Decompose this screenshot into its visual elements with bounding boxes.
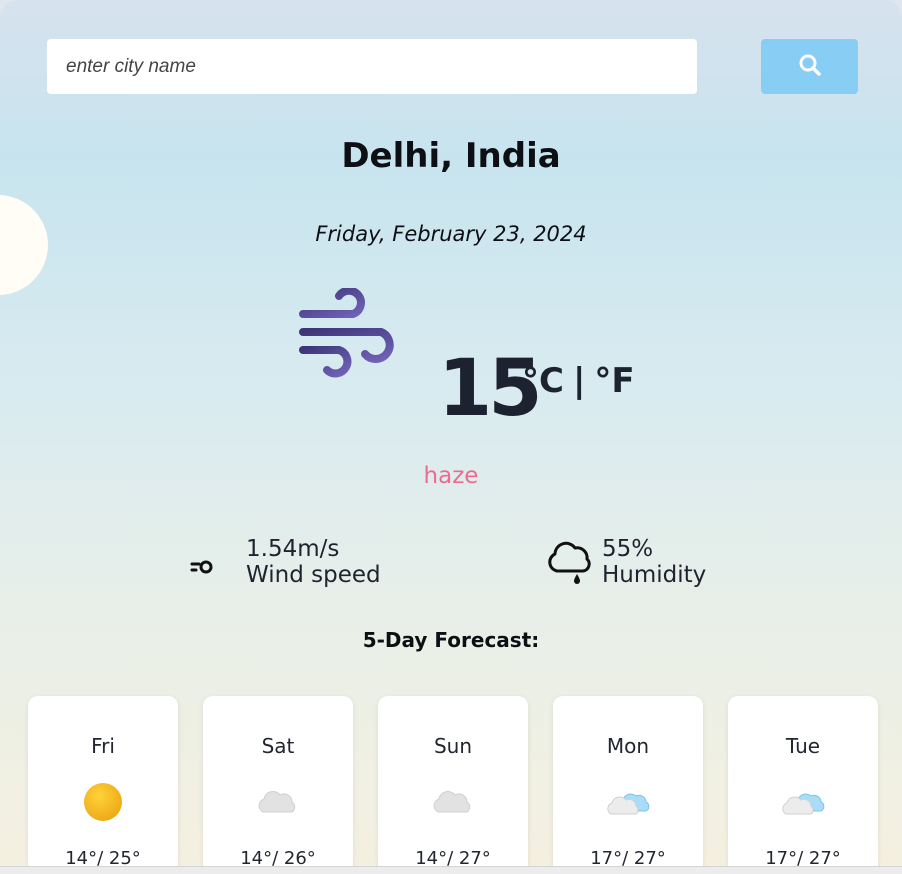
humidity-label: Humidity xyxy=(602,562,707,588)
partly-cloudy-icon xyxy=(603,782,653,822)
forecast-day: Mon xyxy=(606,734,650,758)
forecast-card: Sat 14°/ 26° xyxy=(203,696,353,874)
wind-speed-value: 1.54m/s xyxy=(246,536,340,562)
forecast-day: Fri xyxy=(91,734,115,758)
fahrenheit-toggle[interactable]: °F xyxy=(594,364,634,398)
forecast-day: Sat xyxy=(261,734,295,758)
celsius-toggle[interactable]: °C xyxy=(522,364,564,398)
forecast-day: Sun xyxy=(433,734,473,758)
weather-description: haze xyxy=(423,463,479,489)
city-search-input[interactable] xyxy=(47,39,697,94)
wind-speed-stat: 1.54m/s Wind speed xyxy=(186,536,381,588)
wind-gust-icon xyxy=(186,537,222,587)
city-name: Delhi, India xyxy=(341,136,561,176)
cloud-icon xyxy=(253,782,303,822)
forecast-card: Tue 17°/ 27° xyxy=(728,696,878,874)
forecast-card: Fri 14°/ 25° xyxy=(28,696,178,874)
window-scrollbar-strip xyxy=(0,866,902,874)
forecast-day: Tue xyxy=(785,734,821,758)
partly-cloudy-icon xyxy=(778,782,828,822)
humidity-value: 55% xyxy=(602,536,654,562)
unit-toggle: °C | °F xyxy=(522,364,635,398)
sun-icon xyxy=(78,782,128,822)
unit-separator: | xyxy=(572,361,586,401)
forecast-card: Sun 14°/ 27° xyxy=(378,696,528,874)
wind-icon xyxy=(295,286,410,388)
humidity-cloud-icon xyxy=(545,537,593,587)
search-bar xyxy=(47,39,858,94)
wind-speed-label: Wind speed xyxy=(246,562,381,588)
cloud-icon xyxy=(428,782,478,822)
forecast-title: 5-Day Forecast: xyxy=(362,628,540,652)
humidity-stat: 55% Humidity xyxy=(545,536,706,588)
search-icon xyxy=(798,53,822,80)
search-button[interactable] xyxy=(761,39,858,94)
forecast-card: Mon 17°/ 27° xyxy=(553,696,703,874)
weather-app: Delhi, India Friday, February 23, 2024 1… xyxy=(0,0,902,874)
current-date: Friday, February 23, 2024 xyxy=(315,222,587,246)
